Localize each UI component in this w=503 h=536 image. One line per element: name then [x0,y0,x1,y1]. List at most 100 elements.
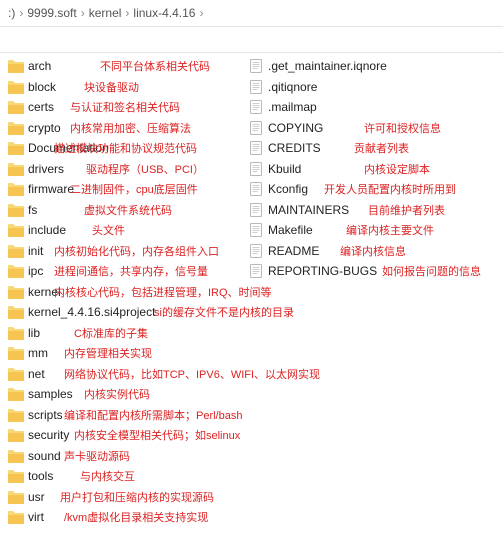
item-name: sound [28,449,61,463]
annotation: /kvm虚拟化目录相关支持实现 [64,509,208,525]
crumb-1[interactable]: 9999.soft [27,6,76,20]
folder-item[interactable]: virt/kvm虚拟化目录相关支持实现 [8,508,248,526]
annotation: 目前维护者列表 [368,202,445,218]
folder-item[interactable]: kernel_4.4.16.si4projectsi的缓存文件不是内核的目录 [8,303,248,321]
item-name: samples [28,387,73,401]
chevron-right-icon: › [81,6,85,20]
crumb-3[interactable]: linux-4.4.16 [133,6,195,20]
item-name: tools [28,469,53,483]
folder-item[interactable]: fs 虚拟文件系统代码 [8,201,248,219]
item-name: ipc [28,264,43,278]
folder-item[interactable]: ipc进程间通信，共享内存，信号量 [8,262,248,280]
file-pane: arch 不同平台体系相关代码 block 块设备驱动 certs与认证和签名相关代码 c… [0,53,503,536]
annotation: 块设备驱动 [84,79,139,95]
item-name: include [28,223,66,237]
file-icon [248,80,264,94]
folder-item[interactable]: firmware二进制固件，cpu底层固件 [8,180,248,198]
item-name: README [268,244,319,258]
annotation: C标准库的子集 [74,325,148,341]
annotation: 虚拟文件系统代码 [84,202,172,218]
file-item[interactable]: Kbuild内核设定脚本 [248,160,503,178]
annotation: 如何报告问题的信息 [382,263,481,279]
annotation: 驱动程序（USB、PCI） [86,161,204,177]
annotation: 内核常用加密、压缩算法 [70,120,191,136]
crumb-2[interactable]: kernel [89,6,122,20]
item-name: init [28,244,43,258]
item-name: MAINTAINERS [268,203,349,217]
annotation: 内存管理相关实现 [64,345,152,361]
folder-item[interactable]: drivers 驱动程序（USB、PCI） [8,160,248,178]
folder-icon [8,510,24,524]
item-name: Kconfig [268,182,308,196]
folder-item[interactable]: libC标准库的子集 [8,324,248,342]
file-icon [248,59,264,73]
folder-item[interactable]: sound声卡驱动源码 [8,447,248,465]
annotation: 不同平台体系相关代码 [100,58,210,74]
annotation: 编译内核主要文件 [346,222,434,238]
folder-icon [8,121,24,135]
folder-icon [8,162,24,176]
item-name: .mailmap [268,100,317,114]
file-icon [248,203,264,217]
file-item[interactable]: MAINTAINERS 目前维护者列表 [248,201,503,219]
annotation: 编译内核信息 [340,243,406,259]
folder-icon [8,100,24,114]
file-icon [248,162,264,176]
folder-item[interactable]: certs与认证和签名相关代码 [8,98,248,116]
item-name: COPYING [268,121,323,135]
column-left: arch 不同平台体系相关代码 block 块设备驱动 certs与认证和签名相关代码 c… [8,57,248,526]
item-name: CREDITS [268,141,321,155]
annotation: 许可和授权信息 [364,120,441,136]
item-name: security [28,428,69,442]
folder-item[interactable]: init内核初始化代码，内存各组件入口 [8,242,248,260]
folder-item[interactable]: net网络协议代码，比如TCP、IPV6、WIFI、以太网实现 [8,365,248,383]
annotation: 与认证和签名相关代码 [70,99,180,115]
file-item[interactable]: CREDITS 贡献者列表 [248,139,503,157]
folder-item[interactable]: kernel内核核心代码，包括进程管理，IRQ、时间等 [8,283,248,301]
file-item[interactable]: REPORTING-BUGS 如何报告问题的信息 [248,262,503,280]
folder-item[interactable]: crypto 内核常用加密、压缩算法 [8,119,248,137]
item-name: mm [28,346,48,360]
item-name: arch [28,59,51,73]
folder-icon [8,59,24,73]
folder-item[interactable]: samples内核实例代码 [8,385,248,403]
file-item[interactable]: Makefile编译内核主要文件 [248,221,503,239]
item-name: block [28,80,56,94]
item-name: drivers [28,162,64,176]
folder-icon [8,285,24,299]
item-name: kernel_4.4.16.si4project [28,305,155,319]
item-name: fs [28,203,37,217]
crumb-root[interactable]: :) [8,6,15,20]
file-item[interactable]: .get_maintainer.iqnore [248,57,503,75]
breadcrumb[interactable]: :) › 9999.soft › kernel › linux-4.4.16 › [0,0,503,27]
item-name: REPORTING-BUGS [268,264,377,278]
file-item[interactable]: README 编译内核信息 [248,242,503,260]
folder-item[interactable]: usr 用户打包和压缩内核的实现源码 [8,488,248,506]
file-item[interactable]: .qitiqnore [248,78,503,96]
folder-item[interactable]: security 内核安全模型相关代码；如selinux [8,426,248,444]
chevron-right-icon: › [125,6,129,20]
file-item[interactable]: COPYING 许可和授权信息 [248,119,503,137]
annotation: 头文件 [92,222,125,238]
annotation: 内核安全模型相关代码；如selinux [74,427,240,443]
folder-item[interactable]: mm 内存管理相关实现 [8,344,248,362]
folder-item[interactable]: Documentation描述模块功能和协议规范代码 [8,139,248,157]
item-name: usr [28,490,45,504]
file-icon [248,223,264,237]
folder-icon [8,387,24,401]
annotation: 贡献者列表 [354,140,409,156]
folder-item[interactable]: scripts编译和配置内核所需脚本；Perl/bash [8,406,248,424]
folder-item[interactable]: block 块设备驱动 [8,78,248,96]
folder-icon [8,141,24,155]
folder-item[interactable]: include 头文件 [8,221,248,239]
file-icon [248,121,264,135]
file-item[interactable]: .mailmap [248,98,503,116]
file-item[interactable]: Kconfig开发人员配置内核时所用到 [248,180,503,198]
file-icon [248,100,264,114]
folder-item[interactable]: arch 不同平台体系相关代码 [8,57,248,75]
annotation: 用户打包和压缩内核的实现源码 [60,489,214,505]
folder-item[interactable]: tools与内核交互 [8,467,248,485]
annotation: 描述模块功能和协议规范代码 [54,140,197,156]
item-name: crypto [28,121,61,135]
folder-icon [8,346,24,360]
